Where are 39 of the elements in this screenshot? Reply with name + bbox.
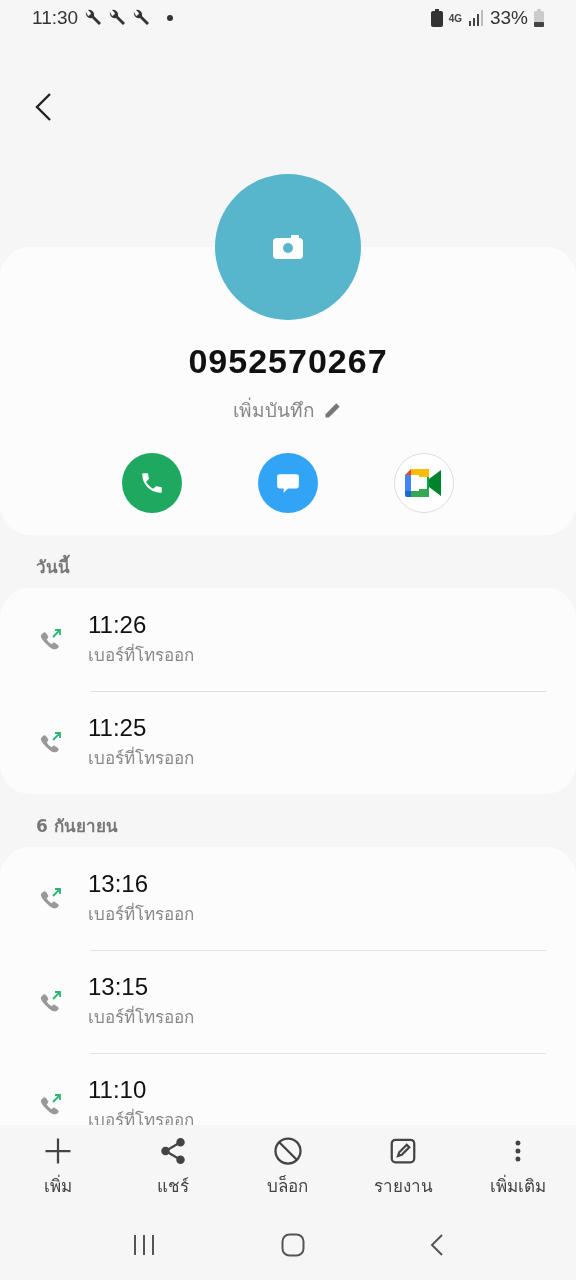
camera-icon [273, 235, 303, 259]
date-heading: วันนี้ [0, 535, 576, 588]
call-button[interactable] [122, 453, 182, 513]
share-button[interactable]: แชร์ [122, 1136, 223, 1199]
add-note-button[interactable]: เพิ่มบันทึก [233, 395, 343, 425]
call-time: 11:10 [88, 1076, 148, 1104]
call-type: เบอร์ที่โทรออก [88, 901, 194, 926]
call-type: เบอร์ที่โทรออก [88, 745, 194, 770]
video-camera-icon [405, 467, 443, 499]
signal-icon [467, 10, 484, 26]
dot-icon [166, 14, 175, 22]
call-time: 11:26 [88, 611, 148, 639]
date-heading: 6 กันยายน [35, 815, 119, 838]
phone-icon [139, 470, 165, 496]
battery-percent: 33% [489, 7, 528, 29]
clock: 11:30 [32, 7, 79, 29]
report-button[interactable]: รายงาน [353, 1136, 454, 1199]
battery-saver-icon [430, 9, 443, 27]
recents-icon [132, 1234, 157, 1256]
battery-icon [534, 9, 544, 27]
home-icon [281, 1233, 305, 1257]
network-type: 4G [448, 12, 462, 24]
more-button[interactable]: เพิ่มเติม [468, 1136, 569, 1199]
back-icon [34, 92, 54, 122]
wrench-icon [84, 9, 103, 27]
block-icon [272, 1136, 303, 1166]
back-icon [429, 1233, 444, 1257]
add-button[interactable]: เพิ่ม [7, 1136, 108, 1199]
wrench-icon [108, 9, 127, 27]
call-type: เบอร์ที่โทรออก [88, 642, 194, 667]
message-button[interactable] [258, 453, 318, 513]
call-type: เบอร์ที่โทรออก [88, 1004, 194, 1029]
call-time: 13:15 [88, 973, 150, 1001]
pencil-icon [323, 400, 343, 420]
call-time: 13:16 [88, 870, 150, 898]
call-time: 11:25 [88, 714, 148, 742]
wrench-icon [132, 9, 151, 27]
block-button[interactable]: บล็อก [237, 1136, 338, 1199]
phone-number: 0952570267 [188, 342, 388, 381]
